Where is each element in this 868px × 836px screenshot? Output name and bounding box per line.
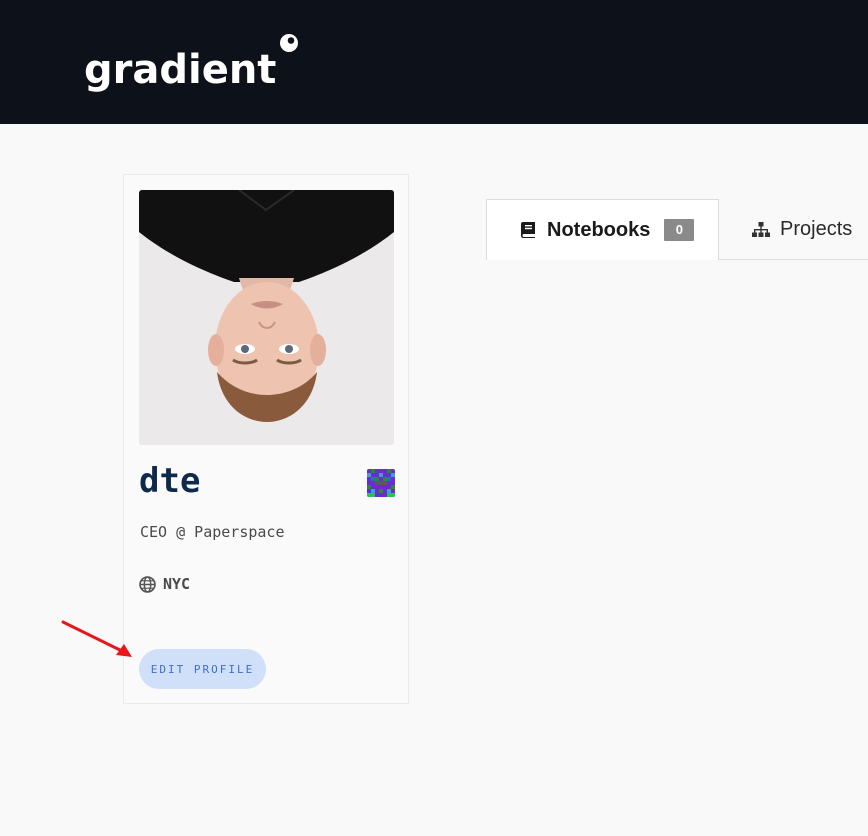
tab-notebooks[interactable]: Notebooks 0	[486, 199, 719, 260]
profile-card: dte CEO @ Paperspace NYC EDIT PROFILE	[123, 174, 409, 704]
edit-profile-button[interactable]: EDIT PROFILE	[139, 649, 266, 689]
logo-text: gradient	[84, 47, 277, 93]
profile-username: dte	[139, 461, 201, 501]
book-icon	[521, 222, 535, 238]
profile-location: NYC	[139, 575, 190, 593]
profile-photo-image	[139, 190, 394, 445]
location-text: NYC	[163, 575, 191, 593]
profile-photo	[139, 190, 394, 445]
profile-bio: CEO @ Paperspace	[140, 523, 285, 541]
logo-circle-icon	[280, 34, 299, 52]
annotation-arrow-icon	[61, 620, 132, 657]
top-navbar: gradient	[0, 0, 868, 124]
tab-projects[interactable]: Projects	[720, 199, 868, 260]
tab-projects-label: Projects	[780, 218, 853, 240]
notebooks-count-badge: 0	[664, 219, 695, 241]
tab-notebooks-label: Notebooks	[547, 218, 651, 241]
identicon-avatar	[367, 469, 395, 497]
sitemap-icon	[752, 221, 770, 237]
content-tabs: Notebooks 0 Projects	[486, 199, 868, 260]
gradient-logo[interactable]: gradient	[84, 32, 300, 96]
globe-icon	[139, 575, 156, 593]
